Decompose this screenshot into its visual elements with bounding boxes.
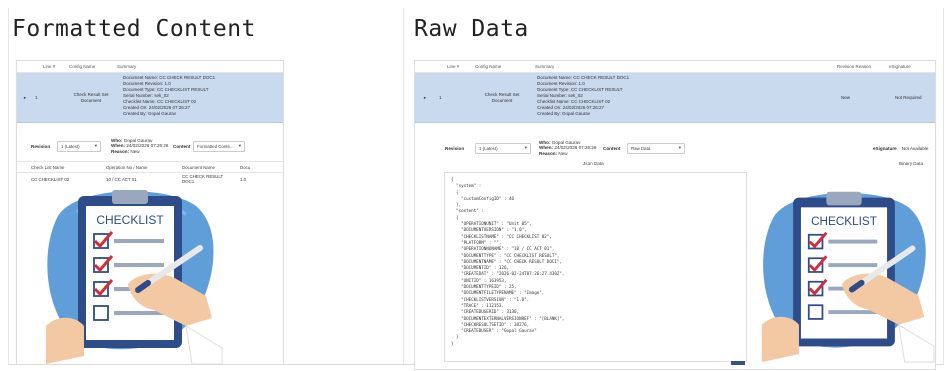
revision-select[interactable]: 1 (Latest) ▾ [475,142,531,154]
row-config: Check Result Set Document [484,91,520,103]
raw-data-heading: Raw Data [414,16,529,42]
subcol-docu[interactable]: Docu [226,165,250,170]
content-label: Content [173,143,191,149]
revision-select[interactable]: 1 (Latest) ▾ [57,140,101,152]
esig-label: eSignature [873,145,897,151]
sleeve [898,323,935,363]
grid-header: Line # Config Name Summary [17,61,283,73]
revision-controls: Revision 1 (Latest) ▾ Who: Gopal Gaurav W… [415,137,935,159]
chevron-down-icon: ▾ [678,145,681,150]
line-placeholder [828,263,878,268]
grid-header: Line # Config Name Summary Revision Reas… [415,61,935,73]
who-value: Gopal Gaurav [551,139,581,145]
content-label: Content [603,145,621,151]
who-label: Who: [539,139,551,145]
row-line: 1 [35,95,38,100]
revision-controls: Revision 1 (Latest) ▾ Who: Gopal Gaurav W… [17,135,283,157]
row-revision-reason: New [841,95,851,100]
right-rule [943,8,944,364]
revision-value: 1 (Latest) [479,145,498,151]
row-summary: Document Name: CC CHECK RESULT DOC1 Docu… [533,73,831,122]
table-row[interactable]: ▸ 1 Check Result Set Document Document N… [415,73,935,123]
content-value: Formatted Conte... [197,143,234,149]
vertical-divider [403,8,404,366]
line-placeholder [828,310,878,315]
col-revision-reason[interactable]: Revision Reason [833,64,885,69]
chevron-down-icon: ▾ [238,143,241,148]
col-summary[interactable]: Summary [113,64,136,69]
checklist-illustration: CHECKLIST [36,176,224,364]
holding-hand [761,316,799,362]
chevron-down-icon: ▾ [94,143,97,148]
when-value: 24/02/2026 07:26:26 [126,143,169,149]
reason-label: Reason: [111,148,130,154]
holding-hand [46,317,84,364]
json-data-title: Json Data [583,161,604,166]
left-rule [8,8,9,364]
resize-handle-icon[interactable] [731,361,745,365]
when-label: When: [111,143,126,149]
who-when-block: Who: Gopal Gaurav When: 24/02/2026 07:26… [111,138,173,155]
line-placeholder [114,311,164,315]
checklist-title: CHECKLIST [811,215,877,228]
revision-label: Revision [445,145,465,151]
checklist-title: CHECKLIST [96,213,164,227]
esig-value: Not Available [901,145,929,151]
expand-icon[interactable]: ▸ [17,73,33,122]
formatted-content-heading: Formatted Content [12,16,256,42]
line-placeholder [828,239,878,244]
row-summary: Document Name: CC CHECK RESULT DOC1 Docu… [119,73,219,122]
subcol-document[interactable]: Document Name [166,165,226,170]
col-esignature[interactable]: eSignature [885,64,911,69]
revision-label: Revision [31,143,51,149]
checklist-image: CHECKLIST [46,190,223,364]
col-line[interactable]: Line # [443,64,471,69]
subtable-header: Check List Name Operation No / Name Docu… [17,161,283,173]
revision-value: 1 (Latest) [61,143,80,149]
when-label: When: [539,145,554,151]
subcol-operation[interactable]: Operation No / Name [90,165,166,170]
expand-icon[interactable]: ▸ [415,73,435,122]
who-label: Who: [111,137,123,143]
col-summary[interactable]: Summary [531,64,833,69]
content-select[interactable]: Formatted Conte... ▾ [193,140,245,152]
summary-line: Created By: Gopal Gaurav [123,111,177,116]
row-config: Check Result Set Document [73,91,109,103]
content-select[interactable]: Raw Data ▾ [627,142,685,154]
reason-value: New [130,148,140,154]
col-config-name[interactable]: Config Name [471,64,531,69]
json-viewer[interactable]: { "system" : { "customConfigID" : 46 }, … [444,172,747,362]
checklist-image: CHECKLIST [761,191,935,363]
clipboard-clip [112,190,148,204]
when-value: 24/02/2026 07:26:26 [554,145,597,151]
col-line[interactable]: Line # [39,64,65,69]
line-placeholder [114,263,164,267]
summary-line: Created By: Gopal Gaurav [537,111,591,116]
chevron-down-icon: ▾ [524,145,527,150]
raw-section-titles: Json Data Binary Data [415,161,935,171]
content-value: Raw Data [631,145,651,151]
who-value: Gopal Gaurav [123,137,153,143]
clipboard-clip [826,191,862,206]
line-placeholder [114,239,164,243]
row-esignature: Not Required [895,95,922,100]
binary-data-image: CHECKLIST [752,176,936,364]
subcol-checklist[interactable]: Check List Name [17,165,90,170]
who-when-block: Who: Gopal Gaurav When: 24/02/2026 07:26… [539,140,603,157]
table-row[interactable]: ▸ 1 Check Result Set Document Document N… [17,73,283,123]
col-config-name[interactable]: Config Name [65,64,113,69]
reason-label: Reason: [539,150,558,156]
sub-cell: 1.0 [240,176,247,182]
row-line: 1 [439,95,442,100]
reason-value: New [558,150,568,156]
binary-data-title: Binary Data [899,161,924,166]
sleeve [185,325,223,364]
